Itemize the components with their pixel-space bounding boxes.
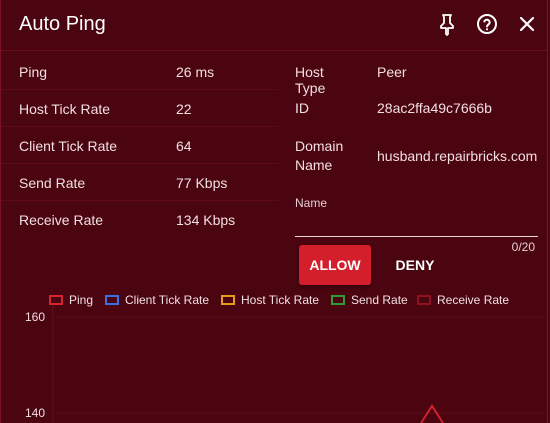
name-input[interactable]: Name [295, 190, 538, 237]
legend-swatch [105, 295, 119, 305]
ping-series-line [420, 404, 444, 423]
y-tick-label: 160 [25, 310, 45, 324]
stat-value: 22 [176, 101, 192, 117]
stat-label: Send Rate [19, 175, 86, 191]
stat-row-receive-rate: Receive Rate 134 Kbps [1, 200, 279, 237]
help-icon[interactable] [475, 12, 499, 36]
stat-value: 26 ms [176, 64, 215, 80]
ping-chart: 160 140 [25, 305, 549, 423]
y-tick-label: 140 [25, 406, 45, 420]
stat-label: Ping [19, 64, 48, 80]
name-char-counter: 0/20 [511, 240, 535, 254]
info-label: Host Type [295, 64, 326, 96]
panel-title: Auto Ping [19, 13, 106, 35]
stat-label: Host Tick Rate [19, 101, 111, 117]
legend-swatch [221, 295, 235, 305]
name-input-label: Name [295, 196, 328, 210]
close-icon[interactable] [515, 12, 539, 36]
deny-button[interactable]: DENY [381, 245, 449, 285]
stat-row-host-tick-rate: Host Tick Rate 22 [1, 89, 279, 127]
stat-row-ping: Ping 26 ms [1, 52, 279, 90]
allow-button[interactable]: ALLOW [299, 245, 371, 285]
panel-header: Auto Ping [1, 0, 549, 51]
stat-row-client-tick-rate: Client Tick Rate 64 [1, 126, 279, 164]
legend-swatch [331, 295, 345, 305]
stat-value: 64 [176, 138, 192, 154]
stat-label: Client Tick Rate [19, 138, 118, 154]
stat-label: Receive Rate [19, 212, 104, 228]
stat-value: 77 Kbps [176, 175, 228, 191]
info-value: husband.repairbricks.com [377, 148, 538, 164]
info-value: Peer [377, 64, 407, 80]
auto-ping-panel: Auto Ping Ping 26 ms Host Tick Rate 22 C… [0, 0, 549, 423]
info-label: Name [295, 157, 333, 173]
stat-row-send-rate: Send Rate 77 Kbps [1, 163, 279, 201]
legend-swatch [49, 295, 63, 305]
stat-value: 134 Kbps [176, 212, 236, 228]
info-label: Domain [295, 138, 344, 154]
info-value: 28ac2ffa49c7666b [377, 100, 492, 116]
pin-icon[interactable] [435, 12, 459, 36]
info-label: ID [295, 100, 309, 116]
legend-swatch [417, 295, 431, 305]
